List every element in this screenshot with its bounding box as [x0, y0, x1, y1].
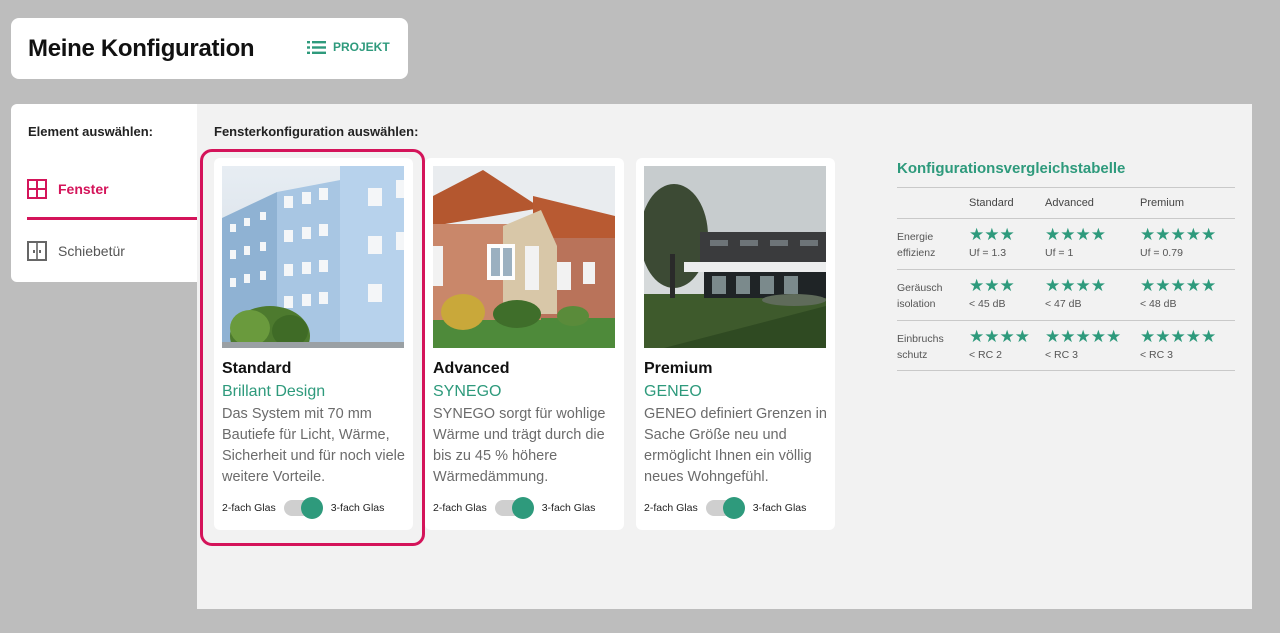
glass-option-3fach: 3-fach Glas [752, 502, 807, 514]
comparison-header-row: Standard Advanced Premium [897, 187, 1235, 218]
sliding-door-icon [27, 241, 47, 261]
config-card-advanced[interactable]: Advanced SYNEGO SYNEGO sorgt für wohlige… [425, 158, 624, 530]
toggle-knob [511, 497, 534, 519]
list-icon [307, 40, 326, 54]
config-card-standard[interactable]: Standard Brillant Design Das System mit … [214, 158, 413, 530]
star-rating: ★★★ [969, 276, 1015, 295]
star-rating: ★★★ [969, 225, 1015, 244]
table-row: Einbruchs schutz ★★★★ < RC 2 ★★★★★ < RC 3 … [897, 320, 1235, 371]
page-title: Meine Konfiguration [28, 34, 255, 62]
table-cell: ★★★★ < 47 dB [1045, 270, 1140, 320]
card-title: Standard [222, 360, 292, 377]
table-cell: ★★★★ Uf = 1 [1045, 219, 1140, 269]
cell-value: < RC 2 [969, 349, 1002, 361]
column-header: Standard [969, 197, 1014, 209]
header-card: Meine Konfiguration PROJEKT [11, 18, 408, 79]
column-header: Advanced [1045, 197, 1094, 209]
glass-toggle[interactable] [705, 497, 745, 519]
table-cell: ★★★★★ < 48 dB [1140, 270, 1235, 320]
toggle-knob [300, 497, 323, 519]
glass-toggle-row: 2-fach Glas 3-fach Glas [644, 497, 807, 519]
cell-value: < 48 dB [1140, 298, 1177, 310]
cell-value: < RC 3 [1140, 349, 1173, 361]
element-sidebar: Element auswählen: Fenster Schiebetür [11, 104, 197, 282]
star-rating: ★★★★★ [1140, 276, 1217, 295]
cell-value: < 45 dB [969, 298, 1006, 310]
row-label: Einbruchs schutz [897, 333, 944, 361]
table-cell: ★★★★ < RC 2 [969, 321, 1045, 370]
table-row: Geräusch isolation ★★★ < 45 dB ★★★★ < 47 d… [897, 269, 1235, 320]
card-subtitle: SYNEGO [433, 383, 502, 400]
project-button[interactable]: PROJEKT [307, 40, 390, 54]
star-rating: ★★★★★ [1140, 225, 1217, 244]
glass-toggle[interactable] [494, 497, 534, 519]
active-tab-indicator [27, 217, 197, 220]
cell-value: < RC 3 [1045, 349, 1078, 361]
sidebar-item-schiebetuer[interactable]: Schiebetür [27, 231, 197, 271]
modern-house-image [644, 166, 826, 348]
column-header: Premium [1140, 197, 1185, 209]
project-button-label: PROJEKT [333, 40, 390, 54]
comparison-table: Konfigurationsvergleichstabelle Standard… [897, 160, 1235, 371]
table-row: Energie effizienz ★★★ Uf = 1.3 ★★★★ Uf = 1… [897, 218, 1235, 269]
table-cell: ★★★★★ < RC 3 [1140, 321, 1235, 370]
cell-value: < 47 dB [1045, 298, 1082, 310]
window-icon [27, 179, 47, 199]
star-rating: ★★★★ [1045, 276, 1106, 295]
config-card-premium[interactable]: Premium GENEO GENEO definiert Grenzen in… [636, 158, 835, 530]
table-cell: ★★★ Uf = 1.3 [969, 219, 1045, 269]
card-title: Premium [644, 360, 713, 377]
card-title: Advanced [433, 360, 510, 377]
row-label: Energie effizienz [897, 231, 936, 259]
cell-value: Uf = 1.3 [969, 247, 1007, 259]
sidebar-item-label: Fenster [58, 181, 109, 197]
glass-option-2fach: 2-fach Glas [433, 502, 487, 514]
card-subtitle: GENEO [644, 383, 702, 400]
configuration-panel: Fensterkonfiguration auswählen: Standard… [197, 104, 1252, 609]
toggle-knob [722, 497, 745, 519]
card-description: Das System mit 70 mm Bautiefe für Licht,… [222, 406, 405, 485]
glass-toggle[interactable] [283, 497, 323, 519]
cell-value: Uf = 0.79 [1140, 247, 1183, 259]
sidebar-heading: Element auswählen: [28, 124, 153, 139]
configuration-heading: Fensterkonfiguration auswählen: [214, 124, 419, 139]
table-cell: ★★★★★ < RC 3 [1045, 321, 1140, 370]
comparison-title: Konfigurationsvergleichstabelle [897, 160, 1126, 177]
star-rating: ★★★★ [1045, 225, 1106, 244]
brick-house-image [433, 166, 615, 348]
table-cell: ★★★★★ Uf = 0.79 [1140, 219, 1235, 269]
glass-option-3fach: 3-fach Glas [330, 502, 385, 514]
star-rating: ★★★★ [969, 327, 1030, 346]
card-subtitle: Brillant Design [222, 383, 326, 400]
sidebar-item-fenster[interactable]: Fenster [27, 169, 197, 209]
glass-toggle-row: 2-fach Glas 3-fach Glas [433, 497, 596, 519]
row-label: Geräusch isolation [897, 282, 943, 310]
table-cell: ★★★ < 45 dB [969, 270, 1045, 320]
glass-option-3fach: 3-fach Glas [541, 502, 596, 514]
glass-toggle-row: 2-fach Glas 3-fach Glas [222, 497, 385, 519]
apartment-building-image [222, 166, 404, 348]
glass-option-2fach: 2-fach Glas [644, 502, 698, 514]
glass-option-2fach: 2-fach Glas [222, 502, 276, 514]
star-rating: ★★★★★ [1045, 327, 1122, 346]
cell-value: Uf = 1 [1045, 247, 1074, 259]
card-description: GENEO definiert Grenzen in Sache Größe n… [644, 406, 827, 485]
card-description: SYNEGO sorgt für wohlige Wärme und trägt… [433, 406, 606, 485]
star-rating: ★★★★★ [1140, 327, 1217, 346]
sidebar-item-label: Schiebetür [58, 243, 125, 259]
